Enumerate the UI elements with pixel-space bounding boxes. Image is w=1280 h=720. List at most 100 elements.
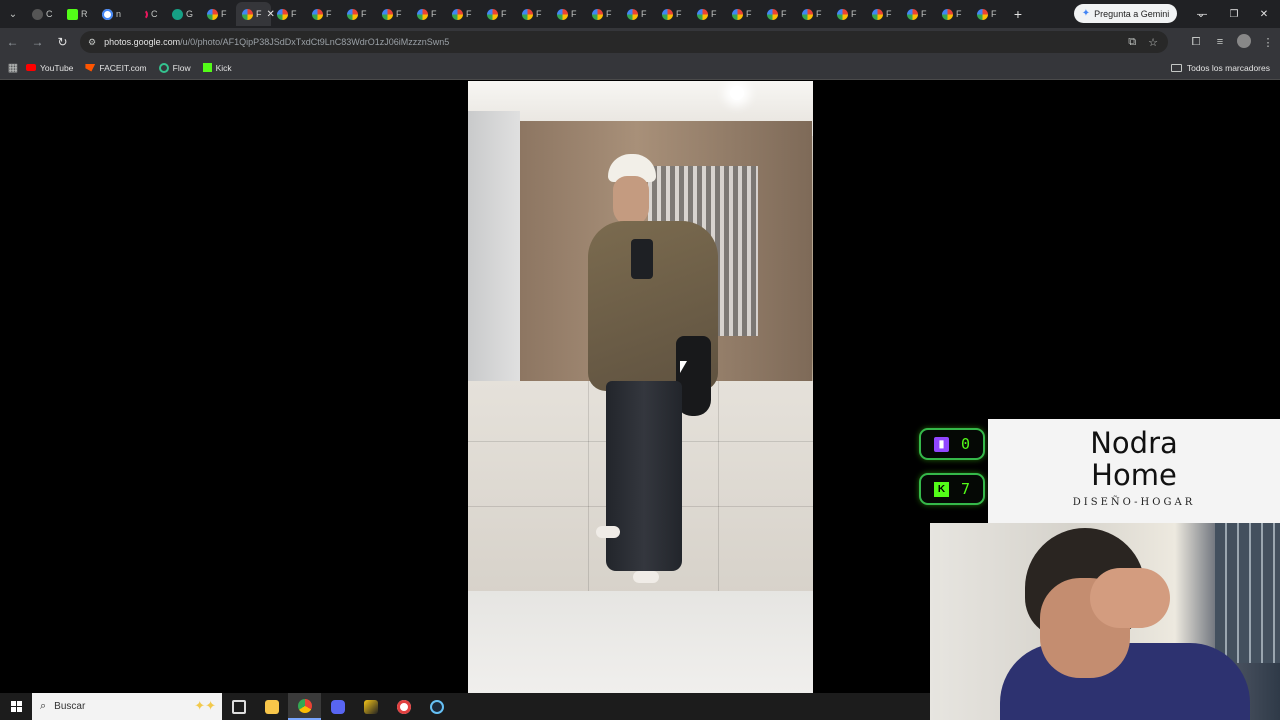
tab-label: F: [781, 9, 787, 19]
twitch-viewer-counter: ▮ 0: [919, 428, 985, 460]
browser-tab[interactable]: F: [656, 2, 691, 26]
browser-tab[interactable]: F: [551, 2, 586, 26]
flow-icon: [158, 62, 169, 73]
google-photos-icon: [242, 8, 253, 20]
media-control-icon[interactable]: ≡: [1208, 36, 1232, 48]
browser-tab[interactable]: F: [271, 2, 306, 26]
brand-banner: Nodra Home DISEÑO-HOGAR: [988, 419, 1280, 523]
ask-gemini-button[interactable]: ✦ Pregunta a Gemini: [1074, 4, 1177, 23]
browser-tab[interactable]: F: [341, 2, 376, 26]
browser-tab[interactable]: F: [516, 2, 551, 26]
tab-label: F: [921, 9, 927, 19]
bookmark-star-icon[interactable]: ☆: [1148, 36, 1158, 49]
taskbar-file-explorer[interactable]: [255, 693, 288, 720]
browser-tab[interactable]: F: [971, 2, 1006, 26]
browser-tab[interactable]: F ✕: [236, 2, 275, 26]
kick-icon: K: [933, 481, 949, 497]
start-button[interactable]: [0, 693, 32, 720]
address-bar[interactable]: ⚙ photos.google.com /u/0/photo/AF1QipP38…: [80, 31, 1168, 53]
bookmark-kick[interactable]: Kick: [202, 63, 232, 73]
site-info-icon[interactable]: ⚙: [88, 37, 96, 48]
kick-favicon-icon: [67, 8, 78, 20]
browser-tab[interactable]: F: [586, 2, 621, 26]
tab-label: F: [361, 9, 367, 19]
faceit-icon: [85, 63, 96, 72]
reload-icon[interactable]: ↻: [50, 28, 75, 56]
minimize-icon[interactable]: —: [1186, 0, 1218, 28]
teal-favicon-icon: [172, 8, 183, 20]
tab-search-chevron-icon[interactable]: ⌄: [0, 0, 26, 28]
tab-label: F: [501, 9, 507, 19]
browser-tab[interactable]: F: [201, 2, 236, 26]
bookmark-label: FACEIT.com: [99, 62, 147, 73]
google-photos-icon: [347, 8, 358, 20]
browser-tab[interactable]: F: [691, 2, 726, 26]
google-photos-icon: [592, 8, 603, 20]
google-photos-icon: [277, 8, 288, 20]
browser-tab[interactable]: F: [376, 2, 411, 26]
more-menu-icon[interactable]: ⋮: [1256, 36, 1280, 49]
browser-tab[interactable]: F: [796, 2, 831, 26]
google-photos-icon: [802, 8, 813, 20]
google-photos-icon: [907, 8, 918, 20]
google-photos-icon: [417, 8, 428, 20]
extensions-icon[interactable]: ⧠: [1184, 36, 1208, 49]
browser-tab[interactable]: F: [936, 2, 971, 26]
taskbar-steam[interactable]: [420, 693, 453, 720]
taskbar-app[interactable]: [354, 693, 387, 720]
app-icon: [363, 699, 378, 714]
arc-favicon-icon: [137, 8, 148, 20]
taskbar-app[interactable]: [387, 693, 420, 720]
tab-label: F: [396, 9, 402, 19]
google-photos-icon: [837, 8, 848, 20]
brand-subtitle: DISEÑO-HOGAR: [1072, 497, 1196, 508]
search-icon: ⌕: [40, 700, 47, 712]
twitch-count: 0: [960, 435, 971, 453]
google-favicon-icon: [102, 8, 113, 20]
screen: ⌄ C Rn C G F F ✕ F F F F F F F F F F F F F F F F F F F F F + ✦ Preg…: [0, 0, 1280, 720]
browser-tab[interactable]: F: [901, 2, 936, 26]
google-photos-icon: [627, 8, 638, 20]
mirror-selfie-photo[interactable]: [468, 81, 813, 693]
browser-tab[interactable]: n: [96, 2, 131, 26]
ask-gemini-label: Pregunta a Gemini: [1094, 8, 1170, 19]
browser-tab[interactable]: F: [761, 2, 796, 26]
browser-tab[interactable]: C: [26, 2, 61, 26]
restore-icon[interactable]: ❐: [1218, 0, 1250, 28]
bookmark-youtube[interactable]: YouTube: [26, 63, 73, 73]
taskbar-chrome[interactable]: [288, 693, 321, 720]
cast-icon[interactable]: ⧉: [1128, 36, 1136, 49]
file-explorer-icon: [264, 699, 279, 714]
taskbar-search-box[interactable]: ⌕ Buscar ✦✦: [32, 693, 222, 720]
apps-grid-icon[interactable]: ▦: [0, 61, 26, 74]
close-window-icon[interactable]: ✕: [1248, 0, 1280, 28]
browser-tab[interactable]: F: [831, 2, 866, 26]
forward-arrow-icon[interactable]: →: [25, 28, 50, 56]
browser-tab[interactable]: C: [131, 2, 166, 26]
google-photos-icon: [382, 8, 393, 20]
google-photos-icon: [312, 8, 323, 20]
browser-tab[interactable]: F: [481, 2, 516, 26]
back-arrow-icon[interactable]: ←: [0, 28, 25, 56]
browser-tab[interactable]: F: [446, 2, 481, 26]
browser-tab[interactable]: G: [166, 2, 201, 26]
bookmark-faceit[interactable]: FACEIT.com: [85, 62, 147, 73]
browser-tab[interactable]: F: [621, 2, 656, 26]
browser-tab[interactable]: F: [726, 2, 761, 26]
browser-tab[interactable]: F: [306, 2, 341, 26]
bookmark-flow[interactable]: Flow: [158, 62, 191, 73]
chevron-icon: [32, 8, 43, 20]
browser-tab[interactable]: F: [411, 2, 446, 26]
google-photos-icon: [697, 8, 708, 20]
taskbar-discord[interactable]: [321, 693, 354, 720]
profile-avatar-icon[interactable]: [1232, 33, 1256, 51]
browser-tab[interactable]: F: [866, 2, 901, 26]
tab-label: F: [746, 9, 752, 19]
taskbar-task-view[interactable]: [222, 693, 255, 720]
new-tab-plus-icon[interactable]: +: [1006, 6, 1030, 22]
browser-tab[interactable]: R: [61, 2, 96, 26]
tab-label: F: [606, 9, 612, 19]
all-bookmarks-button[interactable]: Todos los marcadores: [1170, 56, 1270, 80]
tab-label: F: [326, 9, 332, 19]
tab-label: F: [676, 9, 682, 19]
